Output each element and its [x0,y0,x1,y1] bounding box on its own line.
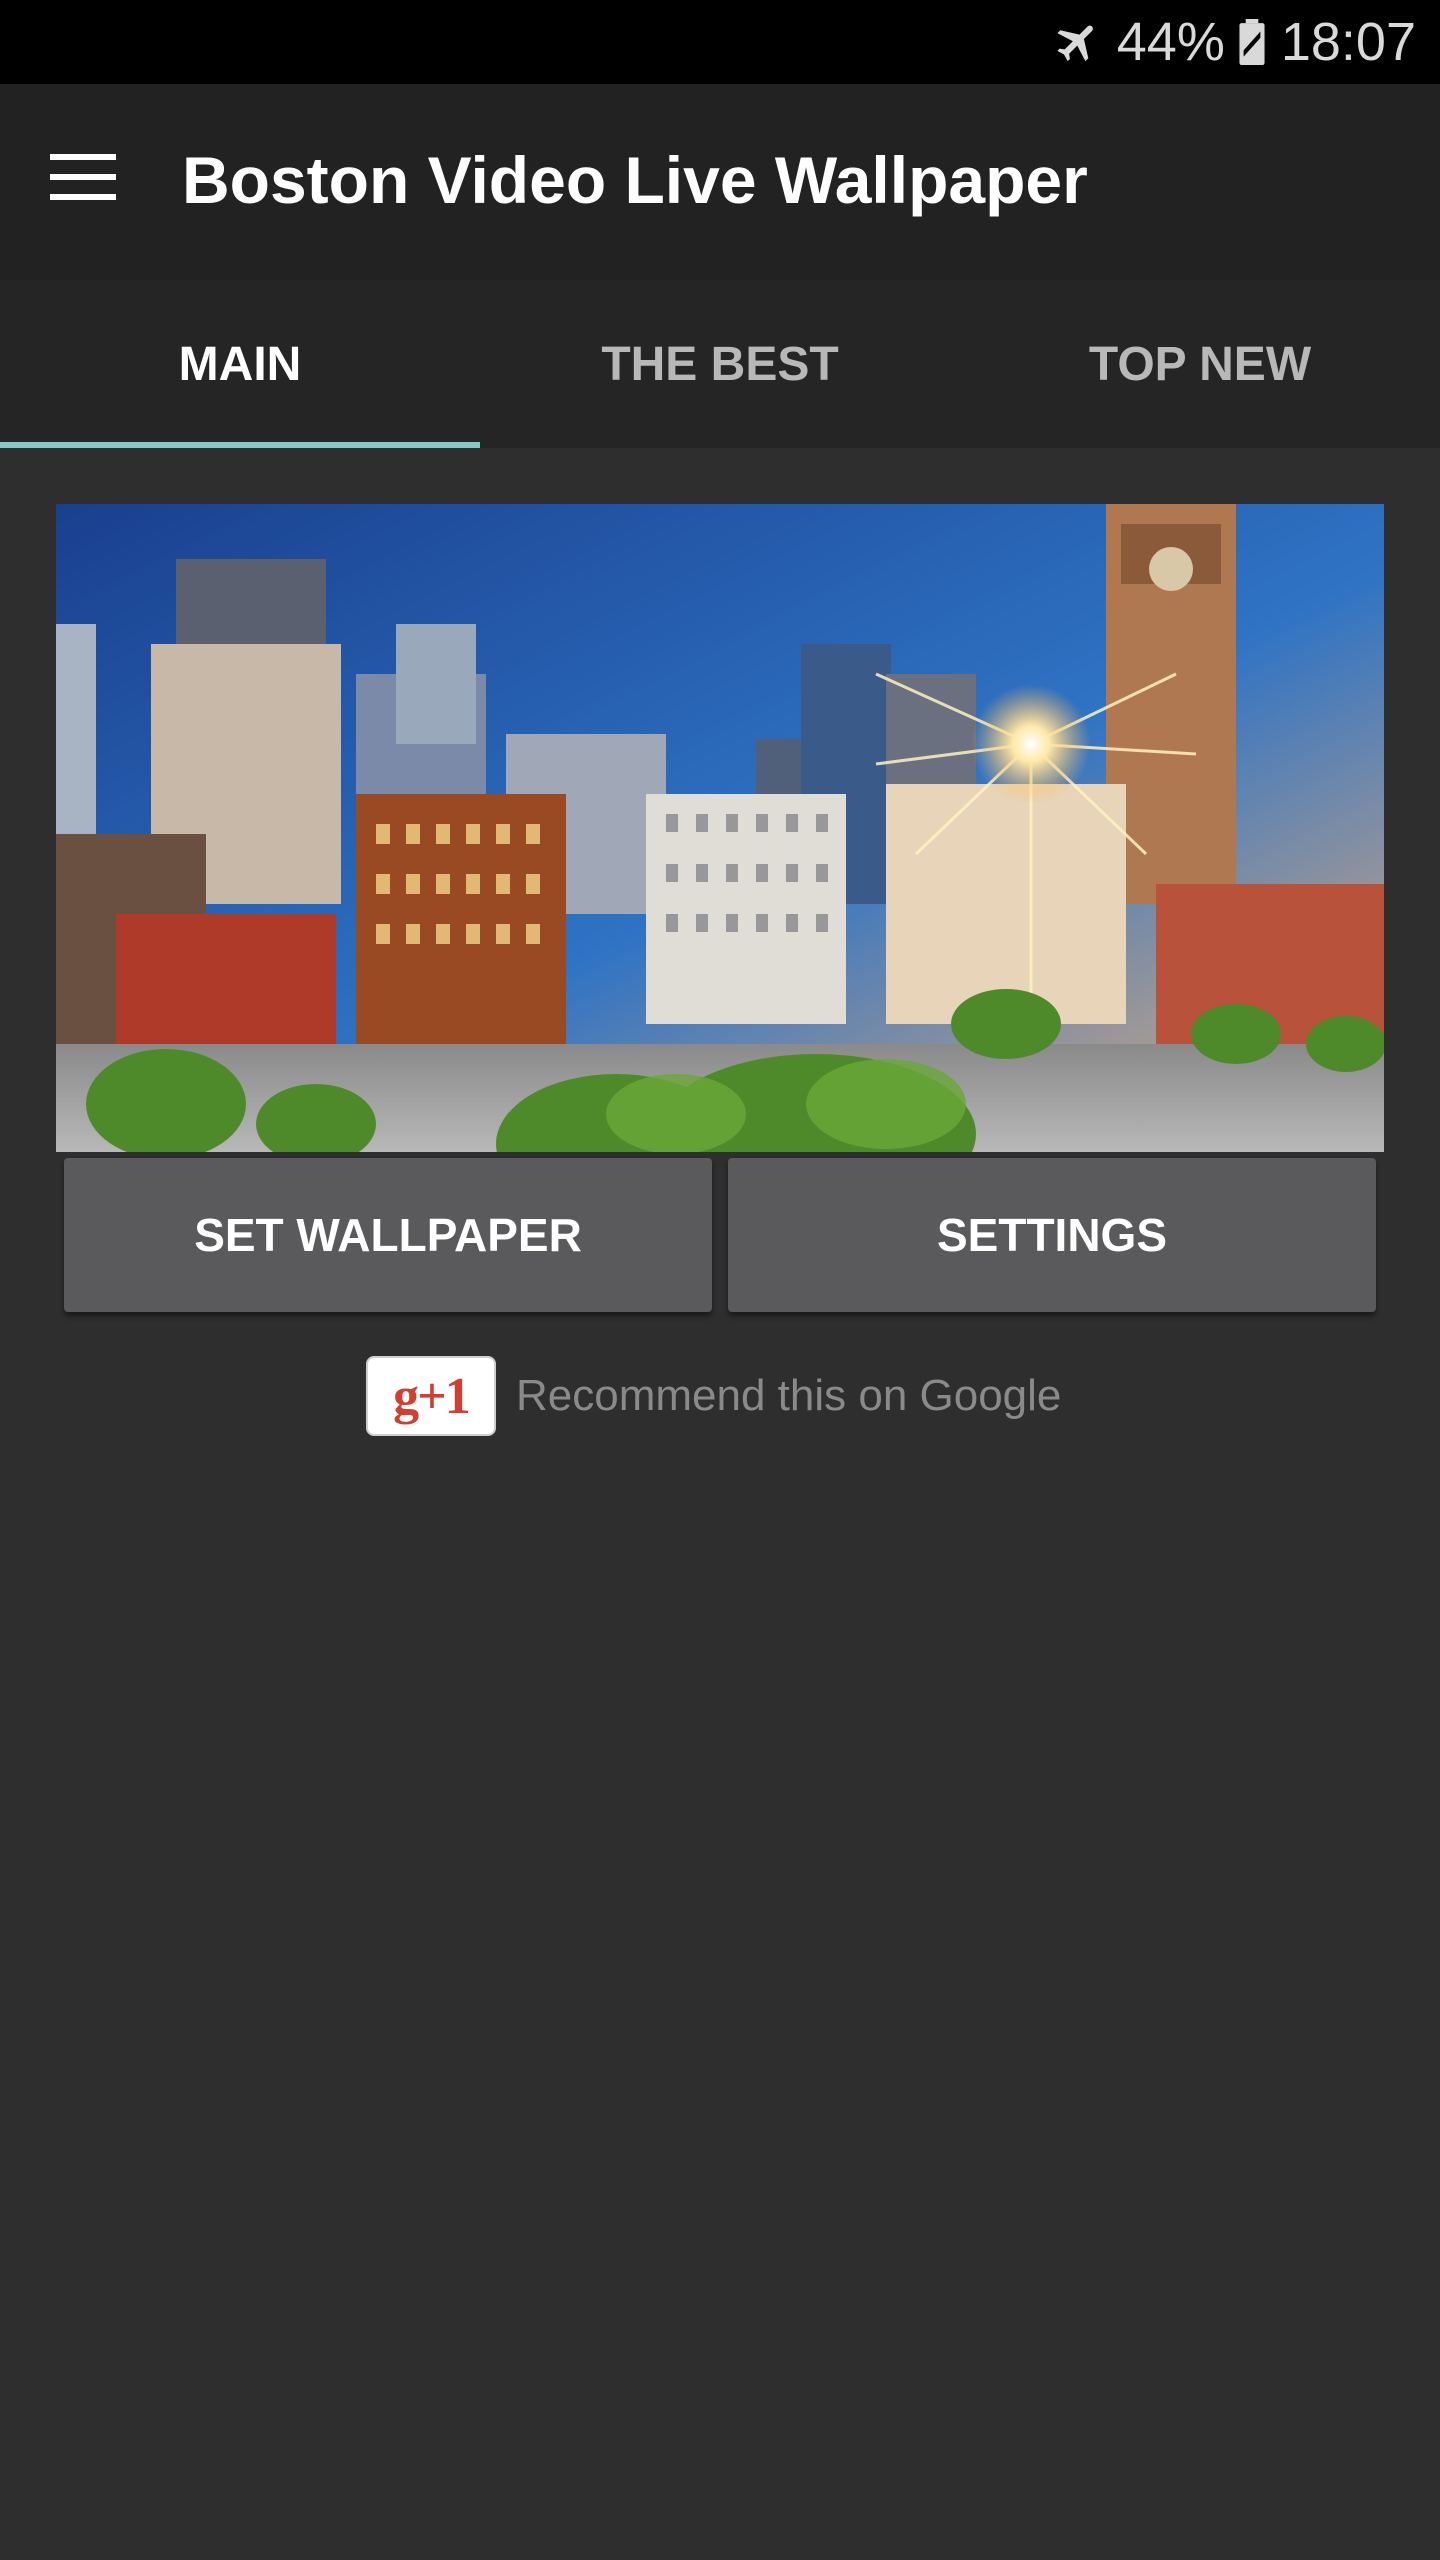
status-bar: 44% 18:07 [0,0,1440,84]
tab-main[interactable]: MAIN [0,280,480,448]
battery-percent: 44% [1116,12,1225,72]
recommend-text: Recommend this on Google [516,1371,1062,1420]
google-plus-recommend: g+1 Recommend this on Google [366,1354,1061,1438]
settings-button[interactable]: SETTINGS [728,1158,1376,1312]
airplane-icon [1057,25,1093,62]
tab-indicator [0,442,480,448]
tab-main-label: MAIN [178,337,302,391]
tab-the-best-label: THE BEST [601,337,839,391]
settings-label: SETTINGS [936,1209,1168,1261]
wallpaper-preview-image[interactable] [56,504,1384,1152]
tab-the-best[interactable]: THE BEST [480,280,960,448]
set-wallpaper-label: SET WALLPAPER [194,1209,582,1261]
tab-top-new-label: TOP NEW [1088,337,1312,391]
tab-top-new[interactable]: TOP NEW [960,280,1440,448]
google-plus-one-button[interactable]: g+1 [366,1356,496,1436]
menu-icon[interactable] [40,144,128,210]
battery-icon [1239,19,1265,65]
set-wallpaper-button[interactable]: SET WALLPAPER [64,1158,712,1312]
boston-skyline-illustration [56,504,1384,1152]
tab-bar: MAIN THE BEST TOP NEW [0,280,1440,448]
google-plus-one-icon: g+1 [393,1367,471,1425]
app-title: Boston Video Live Wallpaper [182,143,1088,217]
clock: 18:07 [1280,12,1416,72]
app-bar: Boston Video Live Wallpaper [0,84,1440,280]
